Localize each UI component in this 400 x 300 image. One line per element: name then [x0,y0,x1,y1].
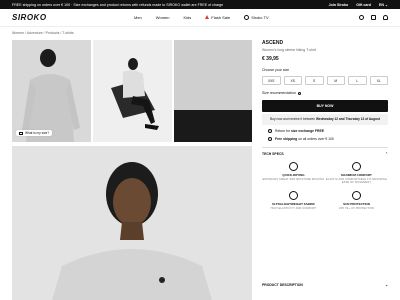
breadcrumb[interactable]: Women / Adventure / Products / T-shirts [12,31,74,35]
chevron-down-icon: ⌄ [385,283,388,287]
size-s[interactable]: S [305,76,324,85]
tech-specs-grid: QUICK-DRYING ENHANCES SWEAT AND MOISTURE… [262,161,388,211]
ruler-icon [19,131,23,135]
return-info: Return for size exchange FREE [262,128,388,133]
info-icon [297,91,301,95]
size-guide-tag[interactable]: What is my size? [16,130,53,136]
product-price: € 39,95 [262,56,279,62]
return-icon [268,128,272,133]
main-nav: SIROKO Men Women Kids Flash Sale Siroko … [0,9,400,27]
nav-siroko-tv[interactable]: Siroko TV [244,15,269,20]
user-icon[interactable] [383,15,388,20]
product-subtitle: Women's long sleeve hiking T-shirt [262,48,316,52]
language-selector[interactable]: EN ⌄ [379,3,388,7]
tech-specs-header[interactable]: TECH SPECS ⌃ [262,146,388,156]
buy-now-button[interactable]: BUY NOW [262,100,388,112]
size-options: XXS XS S M L XL [262,76,388,85]
gift-card-link[interactable]: Gift card [356,3,371,7]
nav-women[interactable]: Women [156,15,170,20]
size-xl[interactable]: XL [369,76,388,85]
nav-flash-sale[interactable]: Flash Sale [205,15,230,20]
size-recommendation[interactable]: Size recommendation [262,91,388,95]
truck-icon [268,136,272,141]
logo[interactable]: SIROKO [12,13,132,22]
flash-icon [205,15,210,19]
drop-icon [289,161,298,171]
product-image-back[interactable] [12,40,91,142]
size-l[interactable]: L [348,76,367,85]
bag-icon[interactable] [371,15,376,20]
product-image-chair[interactable] [93,40,172,142]
choose-size-label: Choose your size [262,68,290,72]
size-m[interactable]: M [326,76,345,85]
spec-maximum-comfort: MAXIMUM COMFORT ELASTIC AND COMFORTABLE … [325,161,388,184]
product-image-main[interactable] [12,146,252,300]
promo-bar: FREE shipping on orders over € 100 · Siz… [0,0,400,9]
feather-icon [289,191,298,200]
spec-quick-drying: QUICK-DRYING ENHANCES SWEAT AND MOISTURE… [262,161,325,184]
chevron-up-icon: ⌃ [385,151,388,156]
nav-kids[interactable]: Kids [184,15,192,20]
product-name: ASCEND [262,40,284,46]
search-icon[interactable] [359,15,364,20]
shipping-info: Free shipping on all orders over € 100 [262,136,388,141]
delivery-info: Buy now and receive it between Wednesday… [262,114,388,125]
nav-men[interactable]: Men [134,15,142,20]
product-image-detail[interactable] [174,40,252,142]
play-icon [244,15,250,20]
join-link[interactable]: Join Siroko [329,3,349,7]
size-xxs[interactable]: XXS [262,76,281,85]
sun-icon [352,191,361,200]
comfort-icon [352,161,361,171]
spec-ultralight: ULTRALIGHTWEIGHT FABRIC HIGH ELASTICITY … [262,191,325,210]
product-panel: ASCEND Women's long sleeve hiking T-shir… [262,40,388,210]
spec-sun-protection: SUN PROTECTION UPF 50+ UV PROTECTION [325,191,388,210]
promo-text: FREE shipping on orders over € 100 · Siz… [12,2,224,7]
size-xs[interactable]: XS [283,76,302,85]
product-description-header[interactable]: PRODUCT DESCRIPTION ⌄ [262,283,388,287]
